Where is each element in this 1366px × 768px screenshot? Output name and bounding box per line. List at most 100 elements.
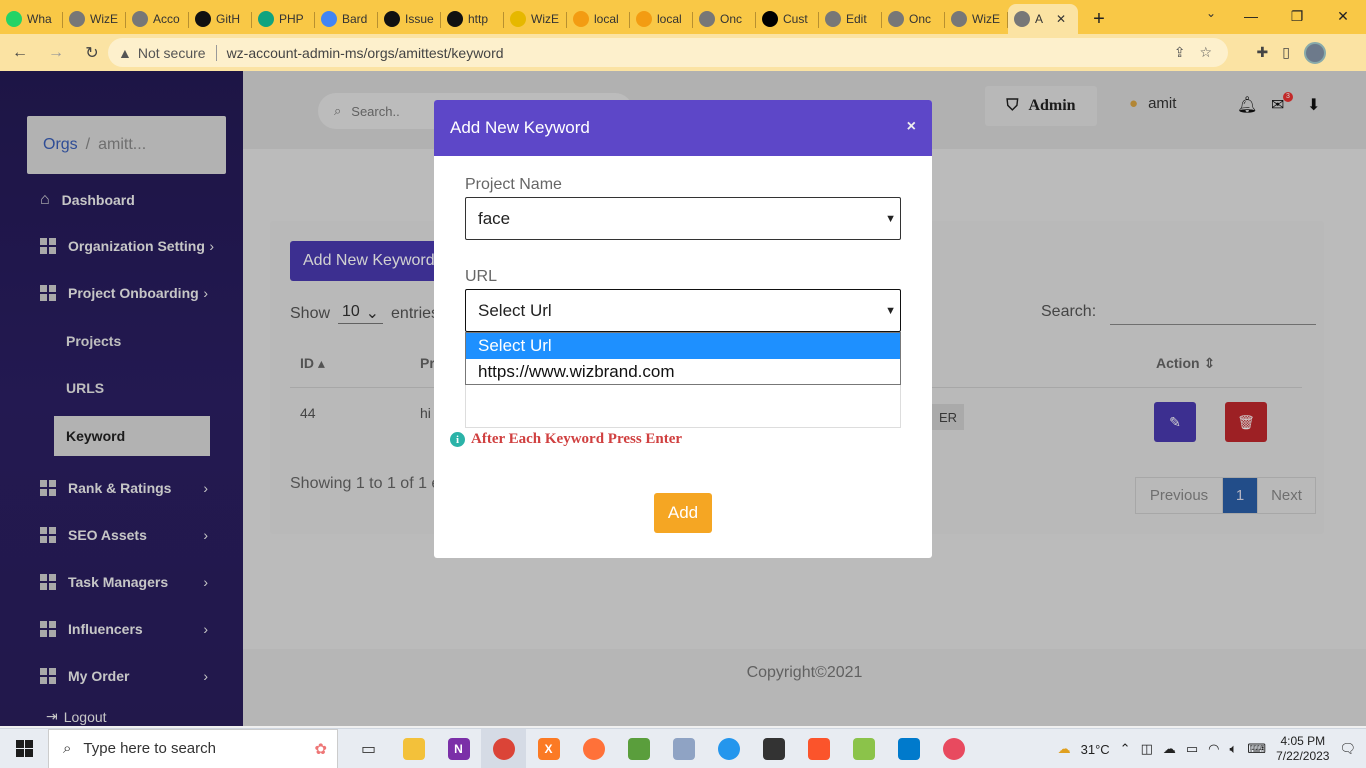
browser-tab[interactable]: Onc: [693, 4, 756, 34]
vscode-icon[interactable]: [886, 729, 931, 768]
maximize-icon[interactable]: ❐: [1274, 0, 1320, 32]
warning-icon[interactable]: ▲: [118, 45, 132, 61]
extensions-icon[interactable]: ✚: [1257, 44, 1269, 61]
browser-tab-label: Onc: [909, 12, 932, 26]
browser-tab[interactable]: A ✕: [1008, 4, 1078, 34]
browser-tab-label: Edit: [846, 12, 867, 26]
browser-tab[interactable]: GitH: [189, 4, 252, 34]
taskbar-search-placeholder: Type here to search: [83, 740, 216, 757]
project-name-select[interactable]: face ▼: [465, 197, 901, 240]
task-view-icon[interactable]: ▭: [346, 729, 391, 768]
browser-tab[interactable]: Issue: [378, 4, 441, 34]
browser-tab[interactable]: WizE: [504, 4, 567, 34]
browser-tab[interactable]: http: [441, 4, 504, 34]
browser-tab-strip: Wha WizE Acco GitH PHP Bard Issue http WizE local…: [0, 0, 1366, 34]
globe-icon: [825, 11, 841, 27]
brave-icon[interactable]: [796, 729, 841, 768]
browser-tab-label: local: [657, 12, 682, 26]
chevron-down-icon: ▼: [885, 212, 896, 225]
wifi-icon[interactable]: ◠: [1208, 741, 1219, 757]
browser-tab[interactable]: Wha: [0, 4, 63, 34]
globe-icon: [1014, 11, 1030, 27]
weather-icon[interactable]: ☁: [1058, 741, 1071, 757]
notifications-icon[interactable]: 🗨︎: [1339, 741, 1356, 757]
keyword-input[interactable]: [465, 385, 901, 428]
url-label: URL: [465, 268, 498, 285]
browser-tab-label: Acco: [153, 12, 180, 26]
globe-icon: [69, 11, 85, 27]
notepad-icon[interactable]: [616, 729, 661, 768]
browser-tab-label: WizE: [972, 12, 1000, 26]
add-button[interactable]: Add: [654, 493, 712, 533]
medium-icon: [762, 11, 778, 27]
browser-tab-label: A: [1035, 12, 1044, 26]
weather-temp[interactable]: 31°C: [1081, 742, 1110, 757]
browser-tab[interactable]: PHP: [252, 4, 315, 34]
browser-tab[interactable]: WizE: [63, 4, 126, 34]
new-tab-icon[interactable]: +: [1084, 4, 1114, 34]
xampp-icon[interactable]: X: [526, 729, 571, 768]
snipping-tool-icon[interactable]: [931, 729, 976, 768]
sourcetree-icon[interactable]: [841, 729, 886, 768]
cloud-icon[interactable]: ☁: [1163, 741, 1176, 757]
modal-title: Add New Keyword: [450, 118, 590, 137]
taskbar-apps: ▭ N X: [346, 728, 976, 768]
globe-icon: [699, 11, 715, 27]
chevron-up-icon[interactable]: ⌃: [1120, 741, 1131, 757]
clock-time: 4:05 PM: [1280, 734, 1326, 748]
omnibox-divider: [215, 44, 217, 61]
browser-tab[interactable]: local: [567, 4, 630, 34]
wizbrand-icon: [510, 11, 526, 27]
github-icon: [447, 11, 463, 27]
file-explorer-icon[interactable]: [391, 729, 436, 768]
battery-icon[interactable]: ▭: [1186, 741, 1198, 757]
browser-tab[interactable]: Edit: [819, 4, 882, 34]
url-select[interactable]: Select Url ▼: [465, 289, 901, 332]
back-icon[interactable]: ←: [4, 37, 36, 69]
browser-tab-label: Cust: [783, 12, 808, 26]
onenote-icon[interactable]: N: [436, 729, 481, 768]
reload-icon[interactable]: ↻: [76, 37, 108, 69]
browser-tab-label: http: [468, 12, 489, 26]
volume-icon[interactable]: 🔈︎: [1230, 741, 1238, 757]
browser-tab-label: Bard: [342, 12, 368, 26]
security-status: Not secure: [137, 44, 206, 61]
url-option-select-url[interactable]: Select Url: [466, 333, 900, 359]
chrome-icon[interactable]: [481, 728, 526, 768]
minimize-icon[interactable]: —: [1228, 0, 1274, 32]
browser-tab[interactable]: Onc: [882, 4, 945, 34]
browser-tab-label: local: [594, 12, 619, 26]
url-option-wizbrand[interactable]: https://www.wizbrand.com: [466, 359, 900, 385]
bookmark-star-icon[interactable]: ☆: [1199, 44, 1212, 61]
docker-icon[interactable]: [706, 729, 751, 768]
browser-tab[interactable]: Acco: [126, 4, 189, 34]
project-name-label: Project Name: [465, 176, 562, 193]
windows-start-icon[interactable]: [0, 729, 48, 768]
paint-icon[interactable]: [661, 729, 706, 768]
browser-tab-label: GitH: [216, 12, 240, 26]
globe-icon: [132, 11, 148, 27]
profile-avatar[interactable]: [1304, 41, 1326, 64]
taskbar-search[interactable]: ⌕ Type here to search ✿: [48, 728, 338, 768]
keyboard-icon[interactable]: ⌨: [1247, 741, 1266, 757]
tab-search-chevron-icon[interactable]: ⌄: [1206, 6, 1216, 20]
project-name-value: face: [478, 208, 511, 228]
firefox-icon[interactable]: [571, 729, 616, 768]
close-tab-icon[interactable]: ✕: [1056, 12, 1066, 26]
clock[interactable]: 4:05 PM 7/22/2023: [1276, 734, 1329, 764]
share-icon[interactable]: ⇪: [1174, 44, 1186, 61]
browser-tab[interactable]: Cust: [756, 4, 819, 34]
close-icon[interactable]: ×: [907, 118, 916, 136]
browser-tab-label: PHP: [279, 12, 304, 26]
camera-icon[interactable]: ◫: [1141, 741, 1153, 757]
side-panel-icon[interactable]: ▯: [1282, 44, 1290, 61]
close-window-icon[interactable]: ✕: [1320, 0, 1366, 32]
browser-tab[interactable]: WizE: [945, 4, 1008, 34]
omnibox[interactable]: ▲ Not secure wz-account-admin-ms/orgs/am…: [108, 38, 1228, 67]
terminal-icon[interactable]: [751, 729, 796, 768]
forward-icon[interactable]: →: [40, 37, 72, 69]
search-icon: ⌕: [63, 740, 72, 757]
browser-tab[interactable]: Bard: [315, 4, 378, 34]
url-text[interactable]: wz-account-admin-ms/orgs/amittest/keywor…: [227, 45, 504, 61]
browser-tab[interactable]: local: [630, 4, 693, 34]
